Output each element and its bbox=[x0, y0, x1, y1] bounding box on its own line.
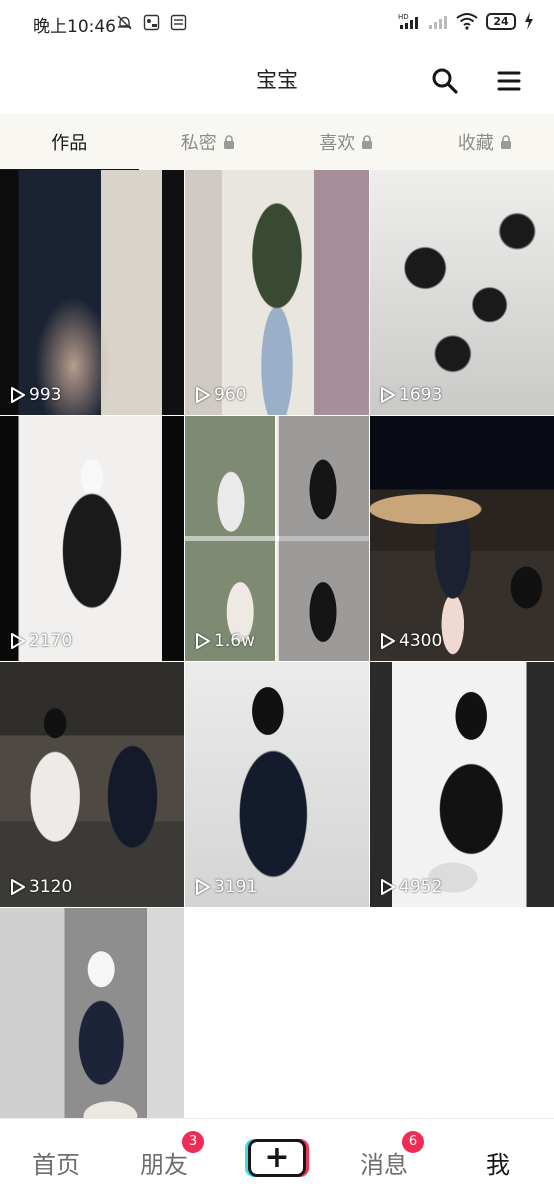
video-thumbnail[interactable]: 4952 bbox=[370, 662, 554, 907]
status-right: HD 24 bbox=[398, 12, 534, 30]
play-count: 1693 bbox=[380, 385, 442, 405]
video-thumbnail[interactable]: 1693 bbox=[370, 170, 554, 415]
play-count-value: 3191 bbox=[214, 877, 258, 897]
play-count: 2170 bbox=[10, 631, 72, 651]
tab-private[interactable]: 私密 bbox=[139, 114, 278, 170]
tab-label: 私密 bbox=[180, 133, 217, 154]
cover-detail bbox=[185, 662, 369, 907]
play-count-value: 3120 bbox=[29, 877, 73, 897]
play-icon bbox=[196, 633, 210, 649]
nav-messages-label: 消息 bbox=[360, 1151, 408, 1179]
video-thumbnail[interactable]: 3120 bbox=[0, 662, 184, 907]
play-icon bbox=[381, 879, 395, 895]
play-count: 4952 bbox=[380, 877, 442, 897]
tab-label: 作品 bbox=[51, 133, 88, 154]
play-count: 4300 bbox=[380, 631, 442, 651]
video-thumbnail[interactable]: 960 bbox=[185, 170, 369, 415]
tab-favorites[interactable]: 收藏 bbox=[416, 114, 554, 170]
add-video-button[interactable]: + bbox=[248, 1139, 306, 1177]
play-count-value: 4952 bbox=[399, 877, 443, 897]
plus-icon: + bbox=[264, 1140, 290, 1175]
cover-detail bbox=[370, 662, 554, 907]
play-count: 1.6w bbox=[195, 631, 255, 651]
cover-detail bbox=[0, 908, 184, 1153]
signal-off-icon bbox=[429, 16, 447, 29]
play-icon bbox=[196, 879, 210, 895]
tab-works[interactable]: 作品 bbox=[0, 114, 139, 172]
play-count: 3191 bbox=[195, 877, 257, 897]
wifi-icon bbox=[456, 13, 478, 30]
play-icon bbox=[11, 633, 25, 649]
video-thumbnail[interactable]: 4300 bbox=[370, 416, 554, 661]
hd-signal-icon: HD bbox=[398, 13, 418, 29]
video-thumbnail[interactable]: 1.6w bbox=[185, 416, 369, 661]
lock-icon bbox=[223, 135, 234, 149]
lock-icon bbox=[362, 135, 373, 149]
friends-badge: 3 bbox=[182, 1131, 204, 1153]
video-thumbnail[interactable]: 993 bbox=[0, 170, 184, 415]
play-icon bbox=[11, 879, 25, 895]
app-icon bbox=[143, 14, 160, 31]
tab-likes[interactable]: 喜欢 bbox=[277, 114, 416, 170]
status-bar: 晚上10:46 HD 24 bbox=[0, 0, 554, 48]
cover-detail bbox=[0, 170, 184, 415]
lightning-icon bbox=[525, 12, 533, 30]
battery-indicator: 24 bbox=[486, 12, 516, 30]
play-count-value: 1693 bbox=[399, 385, 443, 405]
play-count: 3120 bbox=[10, 877, 72, 897]
profile-title: 宝宝 bbox=[256, 68, 298, 92]
cover-detail bbox=[0, 662, 184, 907]
play-icon bbox=[196, 387, 210, 403]
status-notification-icons bbox=[116, 14, 187, 31]
play-count-value: 960 bbox=[214, 385, 247, 405]
nav-messages[interactable]: 消息 6 bbox=[360, 1131, 424, 1180]
play-count: 993 bbox=[10, 385, 61, 405]
nav-friends[interactable]: 朋友 3 bbox=[140, 1131, 204, 1180]
bell-off-icon bbox=[117, 15, 132, 30]
nav-home[interactable]: 首页 bbox=[32, 1145, 80, 1180]
play-count: 960 bbox=[195, 385, 246, 405]
play-count-value: 993 bbox=[29, 385, 62, 405]
cover-detail bbox=[185, 170, 369, 415]
play-icon bbox=[381, 633, 395, 649]
messages-badge: 6 bbox=[402, 1131, 424, 1153]
video-cover-image bbox=[370, 170, 554, 415]
search-icon[interactable] bbox=[430, 66, 460, 96]
video-thumbnail[interactable]: 3191 bbox=[185, 662, 369, 907]
app-icon bbox=[170, 14, 187, 31]
video-thumbnail[interactable]: 2363 bbox=[0, 908, 184, 1153]
play-count-value: 1.6w bbox=[214, 631, 255, 651]
play-icon bbox=[381, 387, 395, 403]
cover-detail bbox=[370, 416, 554, 661]
lock-icon bbox=[500, 135, 511, 149]
tab-label: 收藏 bbox=[457, 133, 494, 154]
profile-tabs: 作品 私密 喜欢 收藏 bbox=[0, 114, 554, 172]
video-grid: 993 960 1693 2170 1.6w 4300 3120 3191 49… bbox=[0, 170, 554, 1153]
nav-me[interactable]: 我 bbox=[486, 1145, 510, 1180]
status-time: 晚上10:46 bbox=[33, 17, 116, 37]
svg-text:HD: HD bbox=[398, 13, 409, 21]
profile-header: 宝宝 bbox=[0, 48, 554, 114]
nav-friends-label: 朋友 bbox=[140, 1151, 188, 1179]
video-thumbnail[interactable]: 2170 bbox=[0, 416, 184, 661]
play-count-value: 2170 bbox=[29, 631, 73, 651]
cover-detail bbox=[0, 416, 184, 661]
menu-icon[interactable] bbox=[494, 66, 524, 96]
bottom-nav: 首页 朋友 3 + 消息 6 我 bbox=[0, 1118, 554, 1200]
tab-label: 喜欢 bbox=[319, 133, 356, 154]
play-count-value: 4300 bbox=[399, 631, 443, 651]
cover-detail bbox=[185, 416, 369, 661]
play-icon bbox=[11, 387, 25, 403]
